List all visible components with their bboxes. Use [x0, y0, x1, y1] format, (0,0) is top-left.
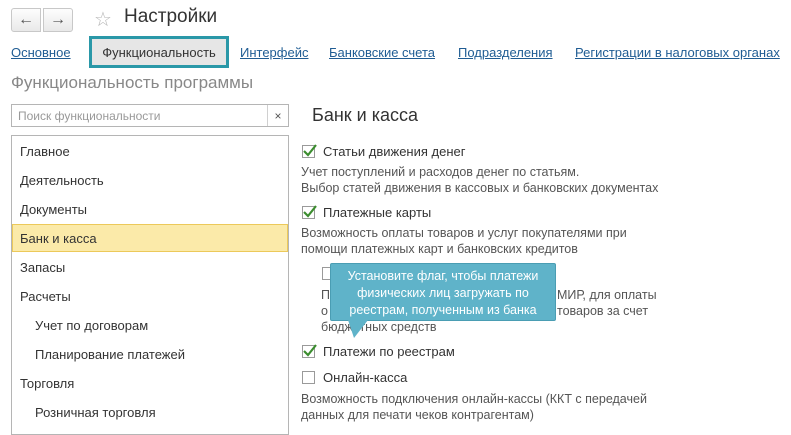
tooltip-line: физических лиц загружать по [357, 286, 529, 300]
option-label[interactable]: Платежи по реестрам [323, 344, 455, 359]
description-line: Учет поступлений и расходов денег по ста… [301, 165, 580, 179]
tab-funktsionalnost[interactable]: Функциональность [89, 36, 229, 68]
tab-label: Функциональность [102, 44, 216, 60]
list-item-deyatelnost[interactable]: Деятельность [12, 167, 288, 195]
option-description: Учет поступлений и расходов денег по ста… [301, 164, 658, 196]
page-title: Настройки [124, 6, 218, 27]
group-title: Банк и касса [312, 105, 418, 125]
check-icon [303, 144, 317, 157]
search-input[interactable] [12, 105, 268, 126]
list-item-roznichnaya-torgovlya[interactable]: Розничная торговля [12, 399, 288, 427]
clear-search-button[interactable]: × [267, 105, 288, 126]
tooltip-line: Установите флаг, чтобы платежи [347, 269, 539, 283]
check-icon [303, 344, 317, 357]
tab-bank-accounts[interactable]: Банковские счета [329, 45, 435, 60]
option-description-end: МИР, для оплаты товаров за счет [557, 287, 657, 319]
option-description: Возможность оплаты товаров и услуг покуп… [301, 225, 627, 257]
checkbox-registry-payments[interactable] [302, 344, 317, 358]
description-line: Выбор статей движения в кассовых и банко… [301, 181, 659, 195]
check-icon [303, 205, 317, 218]
description-line: П [321, 288, 330, 302]
functionality-list: Главное Деятельность Документы Банк и ка… [11, 135, 289, 435]
checkbox-cash-flow-items[interactable] [302, 144, 317, 158]
description-line: МИР, для оплаты [557, 288, 657, 302]
description-line: данных для печати чеков контрагентам) [301, 408, 534, 422]
star-icon[interactable]: ☆ [94, 7, 112, 32]
tab-podrazdeleniya[interactable]: Подразделения [458, 45, 553, 60]
forward-button[interactable]: → [43, 8, 73, 32]
checkbox-online-cash[interactable] [302, 371, 315, 384]
list-item-dokumenty[interactable]: Документы [12, 196, 288, 224]
description-line: помощи платежных карт и банковских креди… [301, 242, 578, 256]
option-label[interactable]: Онлайн-касса [323, 370, 407, 385]
option-label[interactable]: Платежные карты [323, 205, 431, 220]
list-item-torgovlya[interactable]: Торговля [12, 370, 288, 398]
hint-tooltip: Установите флаг, чтобы платежи физически… [330, 263, 556, 321]
description-line: бюджетных средств [321, 320, 437, 334]
list-item-zapasy[interactable]: Запасы [12, 254, 288, 282]
description-line: о [321, 304, 328, 318]
description-line: Возможность подключения онлайн-кассы (КК… [301, 392, 647, 406]
option-description-start: П о [321, 287, 330, 319]
section-title: Функциональность программы [11, 73, 254, 92]
list-item-glavnoe[interactable]: Главное [12, 138, 288, 166]
tab-tax-registrations[interactable]: Регистрации в налоговых органах [575, 45, 780, 60]
checkbox-payment-cards[interactable] [302, 205, 317, 219]
arrow-left-icon: ← [18, 11, 34, 28]
option-label[interactable]: Статьи движения денег [323, 144, 465, 159]
back-button[interactable]: ← [11, 8, 41, 32]
tooltip-line: реестрам, полученным из банка [349, 303, 537, 317]
tooltip-pointer [348, 320, 368, 338]
list-item-uchet-po-dogovoram[interactable]: Учет по договорам [12, 312, 288, 340]
arrow-right-icon: → [50, 11, 66, 28]
list-item-raschety[interactable]: Расчеты [12, 283, 288, 311]
list-item-bank-i-kassa[interactable]: Банк и касса [12, 224, 288, 252]
tab-interfeis[interactable]: Интерфейс [240, 45, 308, 60]
description-line: товаров за счет [557, 304, 649, 318]
tab-osnovnoe[interactable]: Основное [11, 45, 71, 60]
list-item-planirovanie-platezhei[interactable]: Планирование платежей [12, 341, 288, 369]
search-box: × [11, 104, 289, 127]
description-line: Возможность оплаты товаров и услуг покуп… [301, 226, 627, 240]
option-description: Возможность подключения онлайн-кассы (КК… [301, 391, 647, 423]
